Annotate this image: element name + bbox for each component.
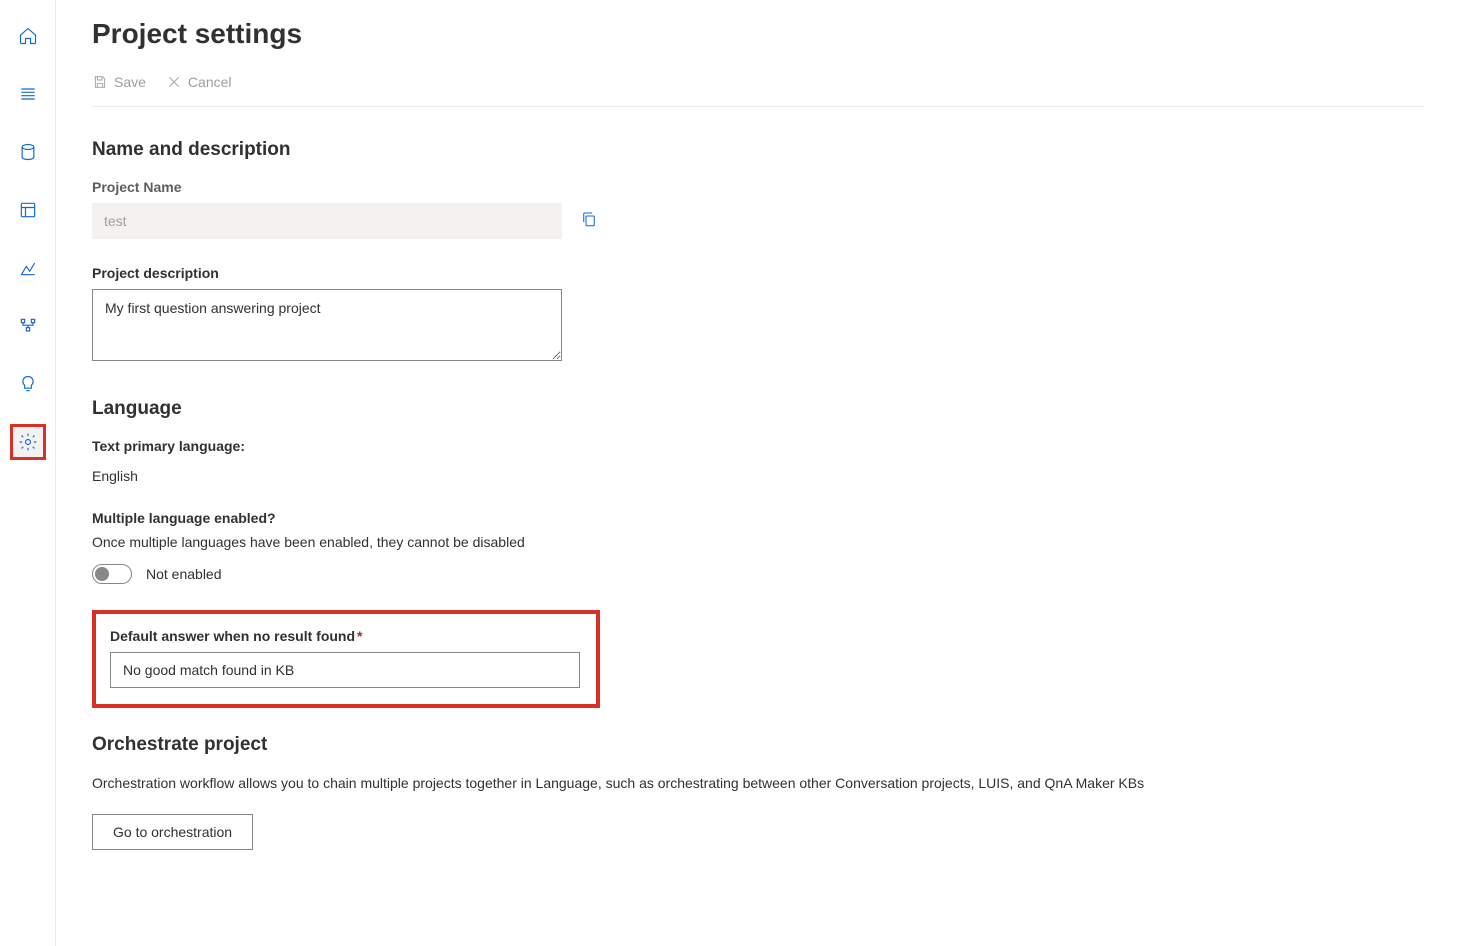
database-icon	[18, 142, 38, 162]
section-language: Language	[92, 398, 1425, 420]
multi-lang-label: Multiple language enabled?	[92, 510, 1425, 526]
multi-lang-toggle-label: Not enabled	[146, 566, 222, 582]
close-icon	[166, 74, 182, 90]
deploy-icon	[18, 258, 38, 278]
toolbar: Save Cancel	[92, 74, 1425, 107]
nav-idea[interactable]	[10, 366, 46, 402]
save-button[interactable]: Save	[92, 74, 146, 90]
home-icon	[18, 26, 38, 46]
nav-list[interactable]	[10, 76, 46, 112]
copy-icon	[580, 210, 598, 228]
project-name-label: Project Name	[92, 179, 1425, 195]
toggle-knob	[95, 567, 109, 581]
default-answer-highlight: Default answer when no result found*	[92, 610, 600, 708]
multi-lang-hint: Once multiple languages have been enable…	[92, 534, 1425, 550]
cancel-label: Cancel	[188, 74, 232, 90]
nav-database[interactable]	[10, 134, 46, 170]
required-mark: *	[357, 628, 362, 644]
primary-language-label: Text primary language:	[92, 438, 1425, 454]
section-name-desc: Name and description	[92, 139, 1425, 161]
primary-language-value: English	[92, 468, 1425, 484]
main-content: Project settings Save Cancel Name and de…	[56, 0, 1461, 946]
nav-home[interactable]	[10, 18, 46, 54]
multi-lang-toggle[interactable]	[92, 564, 132, 584]
save-label: Save	[114, 74, 146, 90]
nav-library[interactable]	[10, 192, 46, 228]
project-name-field: test	[92, 203, 562, 239]
nav-deploy[interactable]	[10, 250, 46, 286]
network-icon	[18, 316, 38, 336]
cancel-button[interactable]: Cancel	[166, 74, 232, 90]
project-desc-field[interactable]	[92, 289, 562, 361]
project-desc-label: Project description	[92, 265, 1425, 281]
default-answer-label: Default answer when no result found*	[110, 628, 582, 644]
sidebar	[0, 0, 56, 946]
default-answer-field[interactable]	[110, 652, 580, 688]
gear-icon	[18, 432, 38, 452]
nav-network[interactable]	[10, 308, 46, 344]
page-title: Project settings	[92, 18, 1425, 50]
go-to-orchestration-button[interactable]: Go to orchestration	[92, 814, 253, 850]
nav-settings[interactable]	[10, 424, 46, 460]
copy-name-button[interactable]	[580, 210, 598, 233]
save-icon	[92, 74, 108, 90]
orchestrate-desc: Orchestration workflow allows you to cha…	[92, 774, 1392, 794]
list-icon	[18, 84, 38, 104]
idea-icon	[18, 374, 38, 394]
section-orchestrate: Orchestrate project	[92, 734, 1425, 756]
project-name-value: test	[104, 213, 127, 229]
library-icon	[18, 200, 38, 220]
